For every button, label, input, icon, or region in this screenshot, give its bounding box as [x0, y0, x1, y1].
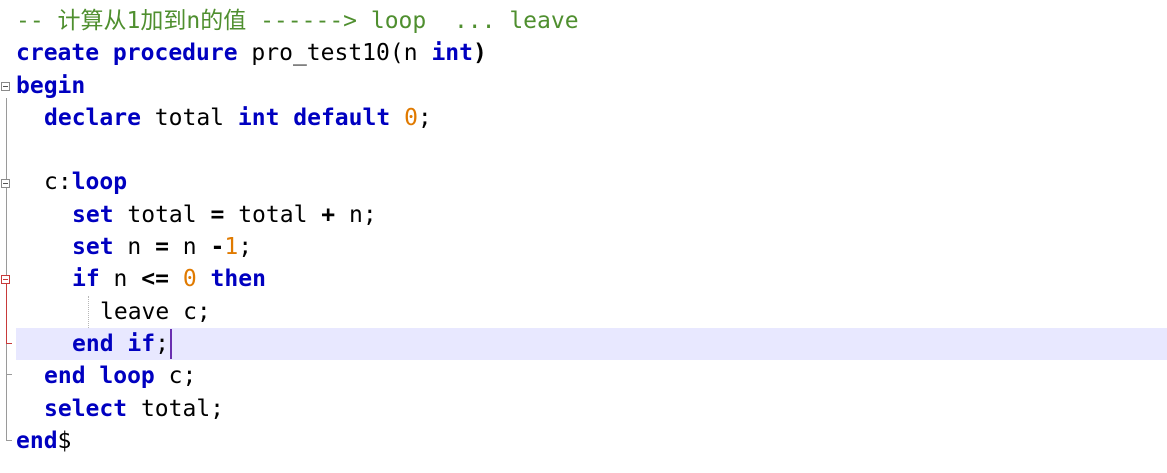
code-line-8: set n = n -1;: [16, 231, 1167, 263]
code-line-2: create procedure pro_test10(n int): [16, 37, 1167, 69]
identifier: total;: [127, 395, 225, 422]
procedure-name: pro_test10(n: [237, 40, 432, 67]
text-caret: [169, 329, 172, 360]
code-line-12: end loop c;: [16, 360, 1167, 392]
operator: =: [155, 234, 169, 261]
keyword: loop: [71, 169, 128, 196]
code-line-10: leave c;: [16, 295, 1167, 328]
keyword: begin: [16, 72, 86, 99]
keyword: end: [16, 427, 58, 454]
fold-guide-begin: [6, 98, 7, 440]
operator: =: [210, 201, 225, 228]
operator: <=: [141, 266, 169, 293]
fold-end-if: [6, 343, 12, 344]
keyword: set: [72, 201, 114, 228]
identifier: total: [224, 201, 322, 228]
sql-code-editor[interactable]: -- 计算从1加到n的值 ------> loop ... leave crea…: [0, 0, 1167, 473]
identifier: n;: [335, 201, 377, 228]
identifier: c;: [154, 363, 197, 390]
fold-end-begin: [6, 440, 12, 441]
semicolon: ;: [155, 330, 169, 357]
code-line-14: end$: [16, 425, 1167, 457]
code-line-11-current: end if;: [16, 327, 1167, 361]
operator: -: [210, 234, 225, 261]
statement: leave c;: [100, 298, 211, 325]
code-line-9: if n <= 0 then: [16, 263, 1167, 295]
identifier: n: [113, 234, 156, 261]
fold-collapse-icon[interactable]: [1, 179, 10, 188]
keyword: then: [210, 266, 266, 293]
number: 1: [224, 234, 239, 261]
code-line-6: c:loop: [16, 166, 1167, 198]
fold-gutter: [0, 0, 14, 473]
fold-end-loop: [6, 374, 12, 375]
identifier: total: [113, 201, 211, 228]
code-line-13: select total;: [16, 393, 1167, 425]
code-line-7: set total = total + n;: [16, 199, 1167, 231]
number: 0: [404, 104, 418, 131]
keyword: set: [72, 234, 114, 261]
fold-collapse-icon[interactable]: [1, 82, 10, 91]
keyword: if: [72, 266, 100, 293]
keyword: end if: [72, 330, 156, 357]
semicolon: ;: [417, 104, 432, 131]
identifier: total: [140, 104, 238, 131]
keyword: int default: [237, 104, 391, 131]
keyword: int: [431, 40, 473, 67]
keyword: declare: [44, 104, 141, 131]
fold-guide-if: [6, 284, 7, 344]
identifier: n: [99, 266, 142, 293]
identifier: n: [168, 234, 211, 261]
code-area[interactable]: -- 计算从1加到n的值 ------> loop ... leave crea…: [16, 5, 1167, 457]
code-line-1: -- 计算从1加到n的值 ------> loop ... leave: [16, 5, 1167, 37]
delimiter: $: [57, 427, 72, 454]
keyword: create procedure: [16, 40, 238, 67]
number: 0: [182, 266, 197, 293]
indent-guide: [88, 295, 89, 328]
semicolon: ;: [238, 234, 253, 261]
label: c:: [44, 169, 72, 196]
code-line-3: begin: [16, 70, 1167, 102]
code-line-4: declare total int default 0;: [16, 102, 1167, 134]
keyword: end loop: [44, 363, 155, 390]
comment: -- 计算从1加到n的值 ------> loop ... leave: [16, 8, 579, 34]
paren: ): [472, 40, 487, 67]
keyword: select: [44, 395, 128, 422]
operator: +: [321, 201, 336, 228]
fold-collapse-icon[interactable]: [1, 275, 10, 284]
